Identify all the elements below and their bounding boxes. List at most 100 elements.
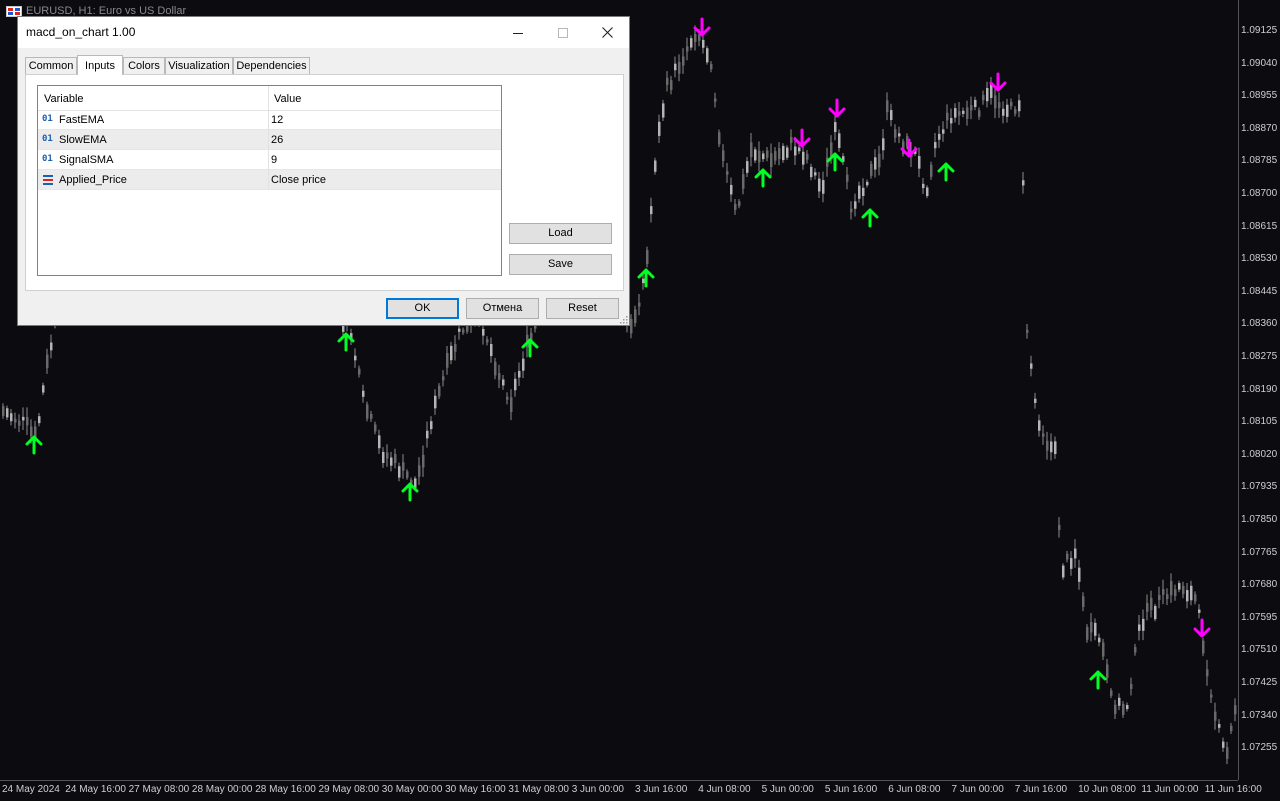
reset-button[interactable]: Reset (546, 298, 619, 319)
sell-arrow-icon (793, 128, 811, 148)
candle-body (942, 129, 945, 134)
minimize-icon (512, 32, 523, 34)
candle-body (946, 112, 949, 121)
candle-body (1042, 433, 1045, 437)
time-axis-label: 24 May 16:00 (65, 784, 126, 795)
candle-body (758, 150, 761, 163)
price-axis-label: 1.07680 (1241, 579, 1278, 591)
candle-body (1138, 624, 1141, 631)
candle-body (1154, 605, 1157, 620)
tab-inputs[interactable]: Inputs (77, 55, 123, 75)
tab-colors[interactable]: Colors (123, 57, 165, 74)
candle-body (926, 187, 929, 197)
variable-value[interactable]: 26 (271, 134, 283, 146)
candle-body (702, 39, 705, 48)
candle-body (930, 164, 933, 177)
price-axis-label: 1.07425 (1241, 677, 1278, 688)
time-axis-label: 3 Jun 00:00 (571, 784, 624, 795)
candle-body (6, 408, 9, 418)
tab-visualization[interactable]: Visualization (165, 57, 233, 74)
variable-value[interactable]: 9 (271, 154, 277, 166)
candle-body (678, 61, 681, 74)
candle-body (494, 361, 497, 376)
dialog-title: macd_on_chart 1.00 (26, 25, 136, 39)
candle-body (422, 454, 425, 468)
table-row[interactable]: 01 SignalSMA 9 (38, 150, 501, 170)
table-row[interactable]: 01 SlowEMA 26 (38, 130, 501, 150)
candle-body (714, 98, 717, 102)
candle-body (1018, 100, 1021, 112)
candle-body (886, 100, 889, 113)
candle-body (46, 354, 49, 369)
price-axis-label: 1.07510 (1241, 644, 1278, 656)
candle-body (506, 396, 509, 400)
table-row[interactable]: 01 FastEMA 12 (38, 110, 501, 130)
price-axis-label: 1.07935 (1241, 481, 1278, 493)
cell-divider (268, 150, 269, 170)
candle-body (810, 166, 813, 178)
candle-body (726, 171, 729, 175)
candle-body (986, 87, 989, 102)
candle-body (898, 133, 901, 137)
dialog-titlebar[interactable]: macd_on_chart 1.00 (18, 17, 629, 48)
candle-body (662, 103, 665, 118)
candle-body (778, 148, 781, 160)
candle-body (1058, 524, 1061, 530)
inputs-table[interactable]: Variable Value 01 FastEMA 12 01 SlowEMA … (37, 85, 502, 276)
candle-body (754, 149, 757, 161)
candle-body (674, 63, 677, 71)
candle-body (738, 201, 741, 207)
candle-body (1206, 669, 1209, 677)
indicator-properties-dialog: macd_on_chart 1.00 Common Inputs Colors … (17, 16, 630, 326)
candle-body (854, 201, 857, 209)
tab-dependencies[interactable]: Dependencies (233, 57, 310, 74)
time-axis-label: 27 May 08:00 (128, 784, 190, 795)
candle-body (430, 421, 433, 430)
cancel-button[interactable]: Отмена (466, 298, 539, 319)
candle-body (522, 358, 525, 371)
time-axis-label: 24 May 2024 (2, 784, 60, 795)
candle-body (518, 370, 521, 378)
candle-body (458, 328, 461, 332)
candle-body (482, 328, 485, 336)
candle-body (1174, 589, 1177, 597)
maximize-button[interactable] (540, 17, 585, 48)
candle-body (874, 157, 877, 170)
ok-button[interactable]: OK (386, 298, 459, 319)
candle-body (950, 118, 953, 124)
candle-body (386, 452, 389, 459)
variable-value[interactable]: Close price (271, 174, 326, 186)
candle-body (982, 95, 985, 101)
cell-divider (268, 130, 269, 150)
candle-body (838, 133, 841, 148)
close-button[interactable] (585, 17, 630, 48)
candle-body (1130, 684, 1133, 690)
candle-body (14, 418, 17, 423)
candle-body (18, 420, 21, 426)
candle-body (686, 46, 689, 52)
sell-arrow-icon (989, 72, 1007, 92)
variable-value[interactable]: 12 (271, 114, 283, 126)
tab-common[interactable]: Common (25, 57, 77, 74)
candle-body (962, 110, 965, 114)
cell-divider (268, 110, 269, 130)
price-axis-label: 1.07595 (1241, 611, 1278, 623)
candle-body (1090, 622, 1093, 633)
candle-body (878, 153, 881, 168)
column-divider[interactable] (268, 86, 269, 110)
candle-body (782, 145, 785, 161)
candle-body (366, 404, 369, 419)
minimize-button[interactable] (495, 17, 540, 48)
candle-body (394, 454, 397, 463)
save-button[interactable]: Save (509, 254, 612, 275)
column-header-value[interactable]: Value (274, 93, 301, 105)
table-row[interactable]: Applied_Price Close price (38, 170, 501, 190)
candle-body (762, 153, 765, 160)
candle-body (1034, 398, 1037, 403)
candle-body (438, 385, 441, 397)
candle-body (1222, 741, 1225, 748)
column-header-variable[interactable]: Variable (44, 93, 84, 105)
candle-body (1158, 595, 1161, 601)
resize-grip-icon[interactable] (618, 314, 628, 324)
load-button[interactable]: Load (509, 223, 612, 244)
